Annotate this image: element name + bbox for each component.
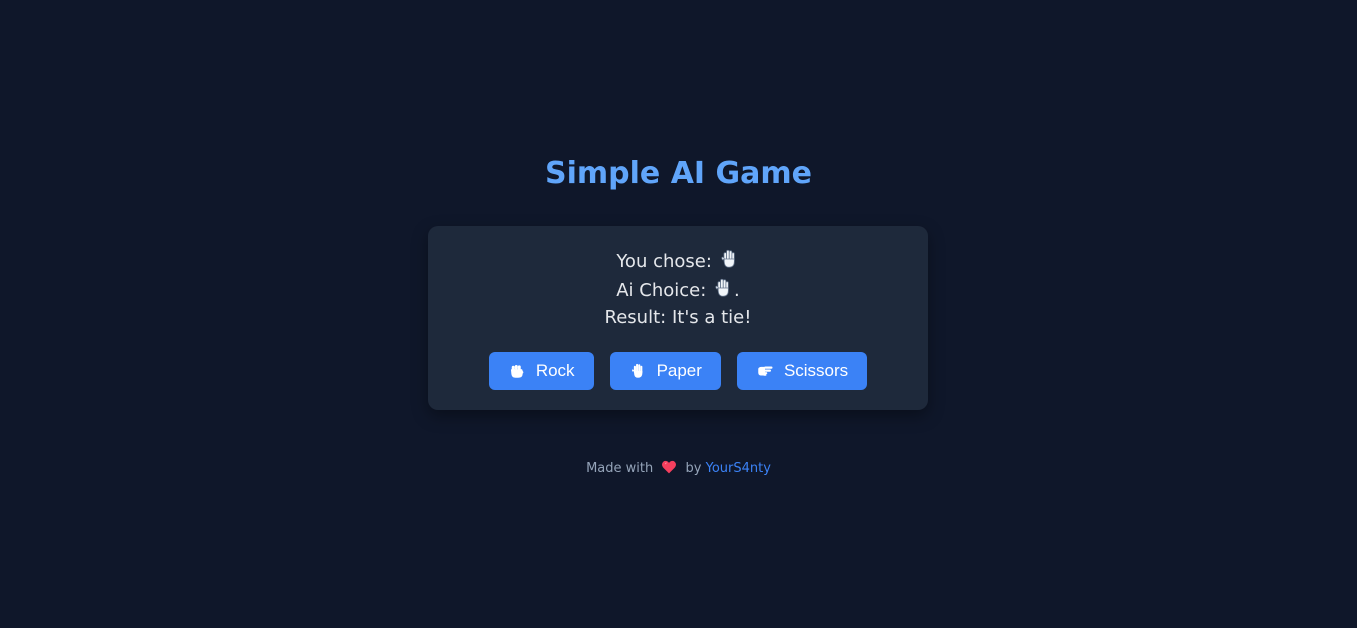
paper-button-label: Paper <box>656 361 702 380</box>
game-page: Simple AI Game You chose: Ai Choice: . R… <box>0 0 1357 628</box>
page-title: Simple AI Game <box>545 156 812 191</box>
rock-button[interactable]: Rock <box>488 352 594 390</box>
ai-choice-line: Ai Choice: . <box>428 277 928 304</box>
choice-buttons: Rock Paper Scissors <box>428 352 928 390</box>
footer: Made with by YourS4nty <box>0 458 1357 480</box>
paper-button[interactable]: Paper <box>609 352 721 390</box>
result-label: Result: <box>604 307 667 328</box>
footer-made-with: Made with <box>586 461 654 476</box>
rock-button-label: Rock <box>535 361 575 380</box>
author-link[interactable]: YourS4nty <box>706 461 771 476</box>
raised-hand-icon <box>631 363 642 378</box>
game-card: You chose: Ai Choice: . Result: It's a t… <box>428 226 928 410</box>
ai-choice-label: Ai Choice: <box>616 280 707 301</box>
you-chose-line: You chose: <box>428 248 928 275</box>
scissors-button[interactable]: Scissors <box>736 352 868 390</box>
raised-hand-icon <box>715 278 729 297</box>
scissors-button-label: Scissors <box>783 361 849 380</box>
pointing-hand-icon <box>758 366 773 376</box>
you-chose-label: You chose: <box>616 251 712 272</box>
result-line: Result: It's a tie! <box>428 305 928 331</box>
fist-icon <box>510 365 524 378</box>
footer-by: by <box>685 461 702 476</box>
heart-icon <box>662 460 677 474</box>
ai-choice-suffix: . <box>734 280 740 301</box>
raised-hand-icon <box>721 249 735 268</box>
result-text: It's a tie! <box>671 307 752 328</box>
